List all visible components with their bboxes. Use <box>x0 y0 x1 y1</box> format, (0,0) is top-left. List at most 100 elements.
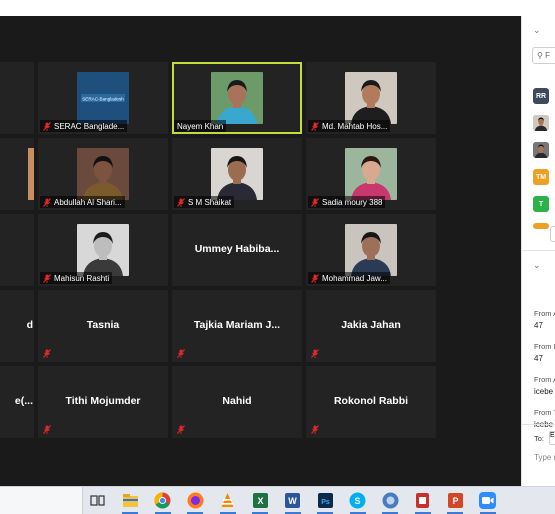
chat-message: From I 47 <box>534 342 555 363</box>
task-view-icon[interactable] <box>88 491 107 510</box>
participant-name: Sadia moury 388 <box>322 197 383 207</box>
zoom-icon[interactable] <box>478 491 497 510</box>
muted-mic-icon <box>311 425 319 434</box>
chat-collapse-chevron-icon[interactable]: ⌄ <box>533 260 541 271</box>
participant-tile-r1c0[interactable] <box>0 138 34 210</box>
excel-icon[interactable]: X <box>251 491 270 510</box>
svg-text:X: X <box>257 496 263 506</box>
participant-name: Nayem Khan <box>177 121 224 131</box>
powerpoint-icon[interactable]: P <box>446 491 465 510</box>
serac-logo: SERAC-Bangladesh <box>77 72 129 124</box>
participant-avatar[interactable] <box>533 142 549 158</box>
participant-photo <box>533 142 549 158</box>
svg-text:P: P <box>452 496 458 506</box>
muted-mic-icon <box>177 425 185 434</box>
chat-recipient-dropdown[interactable]: E <box>549 431 555 445</box>
muted-mic-icon <box>311 349 319 358</box>
participant-tile-mahtab[interactable]: Md. Mahtab Hos... <box>306 62 436 134</box>
participant-name-bar: S M Shaikat <box>174 196 235 208</box>
participant-thumbnail: SERAC-Bangladesh <box>77 72 129 124</box>
participant-tile-r3c0[interactable]: d <box>0 290 34 362</box>
word-icon[interactable]: W <box>283 491 302 510</box>
firefox-icon[interactable] <box>186 491 205 510</box>
panel-divider <box>522 250 555 251</box>
participant-tile-jakia[interactable]: Jakia Jahan <box>306 290 436 362</box>
vlc-icon[interactable] <box>218 491 237 510</box>
participant-tile-serac[interactable]: SERAC-Bangladesh SERAC Banglade... <box>38 62 168 134</box>
participant-name: Ummey Habiba... <box>194 243 280 255</box>
skype-icon[interactable]: S <box>348 491 367 510</box>
photoshop-icon[interactable]: Ps <box>316 491 335 510</box>
muted-mic-icon <box>311 197 319 207</box>
participant-avatar[interactable]: T <box>533 196 549 212</box>
participant-name: Mohammad Jaw... <box>322 273 387 283</box>
gallery-view: SERAC-Bangladesh SERAC Banglade... Nayem K… <box>0 16 521 486</box>
participant-name: Tajkia Mariam J... <box>193 319 281 331</box>
participant-name: e(... <box>14 395 33 407</box>
participant-avatar[interactable] <box>533 223 549 229</box>
participant-name-bar: Mahisun Rashti <box>40 272 113 284</box>
participant-tile-mohammad[interactable]: Mohammad Jaw... <box>306 214 436 286</box>
svg-text:SERAC-Bangladesh: SERAC-Bangladesh <box>82 97 124 102</box>
participant-photo <box>211 148 263 200</box>
participant-avatar[interactable] <box>533 115 549 131</box>
muted-mic-icon <box>177 197 185 207</box>
participant-photo <box>28 148 34 200</box>
participant-tile-r0c0[interactable] <box>0 62 34 134</box>
app-red-icon[interactable] <box>413 491 432 510</box>
participant-avatar[interactable]: RR <box>533 88 549 104</box>
chat-sender: From A <box>534 309 555 318</box>
chat-message: From A 47 <box>534 309 555 330</box>
participant-name-bar: Md. Mahtab Hos... <box>308 120 391 132</box>
participant-thumbnail <box>77 148 129 200</box>
chat-divider <box>522 424 555 425</box>
participant-name: Tasnia <box>86 319 120 331</box>
participant-avatar[interactable]: TM <box>533 169 549 185</box>
muted-mic-icon <box>43 425 51 434</box>
chat-sender: From I <box>534 342 555 351</box>
participant-tile-nayem[interactable]: Nayem Khan <box>172 62 302 134</box>
participant-tile-nahid[interactable]: Nahid <box>172 366 302 438</box>
muted-mic-icon <box>43 273 51 283</box>
participant-name: Nahid <box>222 395 252 407</box>
participant-tile-tasnia[interactable]: Tasnia <box>38 290 168 362</box>
participant-tile-rokonol[interactable]: Rokonol Rabbi <box>306 366 436 438</box>
participant-tile-tithi[interactable]: Tithi Mojumder <box>38 366 168 438</box>
participant-photo <box>345 72 397 124</box>
network-icon[interactable] <box>381 491 400 510</box>
svg-text:Ps: Ps <box>321 499 330 506</box>
participant-thumbnail <box>345 224 397 276</box>
muted-mic-icon <box>43 197 51 207</box>
chat-text: 47 <box>534 321 543 330</box>
participant-tile-abdullah[interactable]: Abdullah Al Shari... <box>38 138 168 210</box>
participant-thumbnail <box>345 148 397 200</box>
panel-button[interactable] <box>550 226 555 242</box>
participant-thumbnail <box>77 224 129 276</box>
participant-photo <box>533 115 549 131</box>
participant-search-input[interactable]: ⚲ F <box>532 47 555 64</box>
muted-mic-icon <box>311 121 319 131</box>
avatar-initials: T <box>538 200 544 208</box>
participant-photo <box>345 148 397 200</box>
participant-tile-sadia[interactable]: Sadia moury 388 <box>306 138 436 210</box>
participant-tile-mahisun[interactable]: Mahisun Rashti <box>38 214 168 286</box>
taskbar-search-box[interactable] <box>0 487 83 514</box>
participant-tile-r4c0[interactable]: e(... <box>0 366 34 438</box>
participants-collapse-chevron-icon[interactable]: ⌄ <box>533 25 541 36</box>
participant-tile-r2c0[interactable] <box>0 214 34 286</box>
muted-mic-icon <box>177 349 185 358</box>
chat-message-input[interactable]: Type m <box>534 453 555 462</box>
chat-text: 47 <box>534 354 543 363</box>
file-explorer-icon[interactable] <box>121 491 140 510</box>
participant-name-bar: Nayem Khan <box>174 120 227 132</box>
participant-tile-tajkia[interactable]: Tajkia Mariam J... <box>172 290 302 362</box>
participant-name: Abdullah Al Shari... <box>54 197 122 207</box>
participant-name: SERAC Banglade... <box>54 121 125 131</box>
participant-tile-shaikat[interactable]: S M Shaikat <box>172 138 302 210</box>
participant-tile-ummey[interactable]: Ummey Habiba... <box>172 214 302 286</box>
participant-thumbnail <box>345 72 397 124</box>
participant-photo <box>77 224 129 276</box>
chrome-icon[interactable] <box>153 491 172 510</box>
participant-name-bar: Mohammad Jaw... <box>308 272 390 284</box>
participant-name-bar: Sadia moury 388 <box>308 196 386 208</box>
